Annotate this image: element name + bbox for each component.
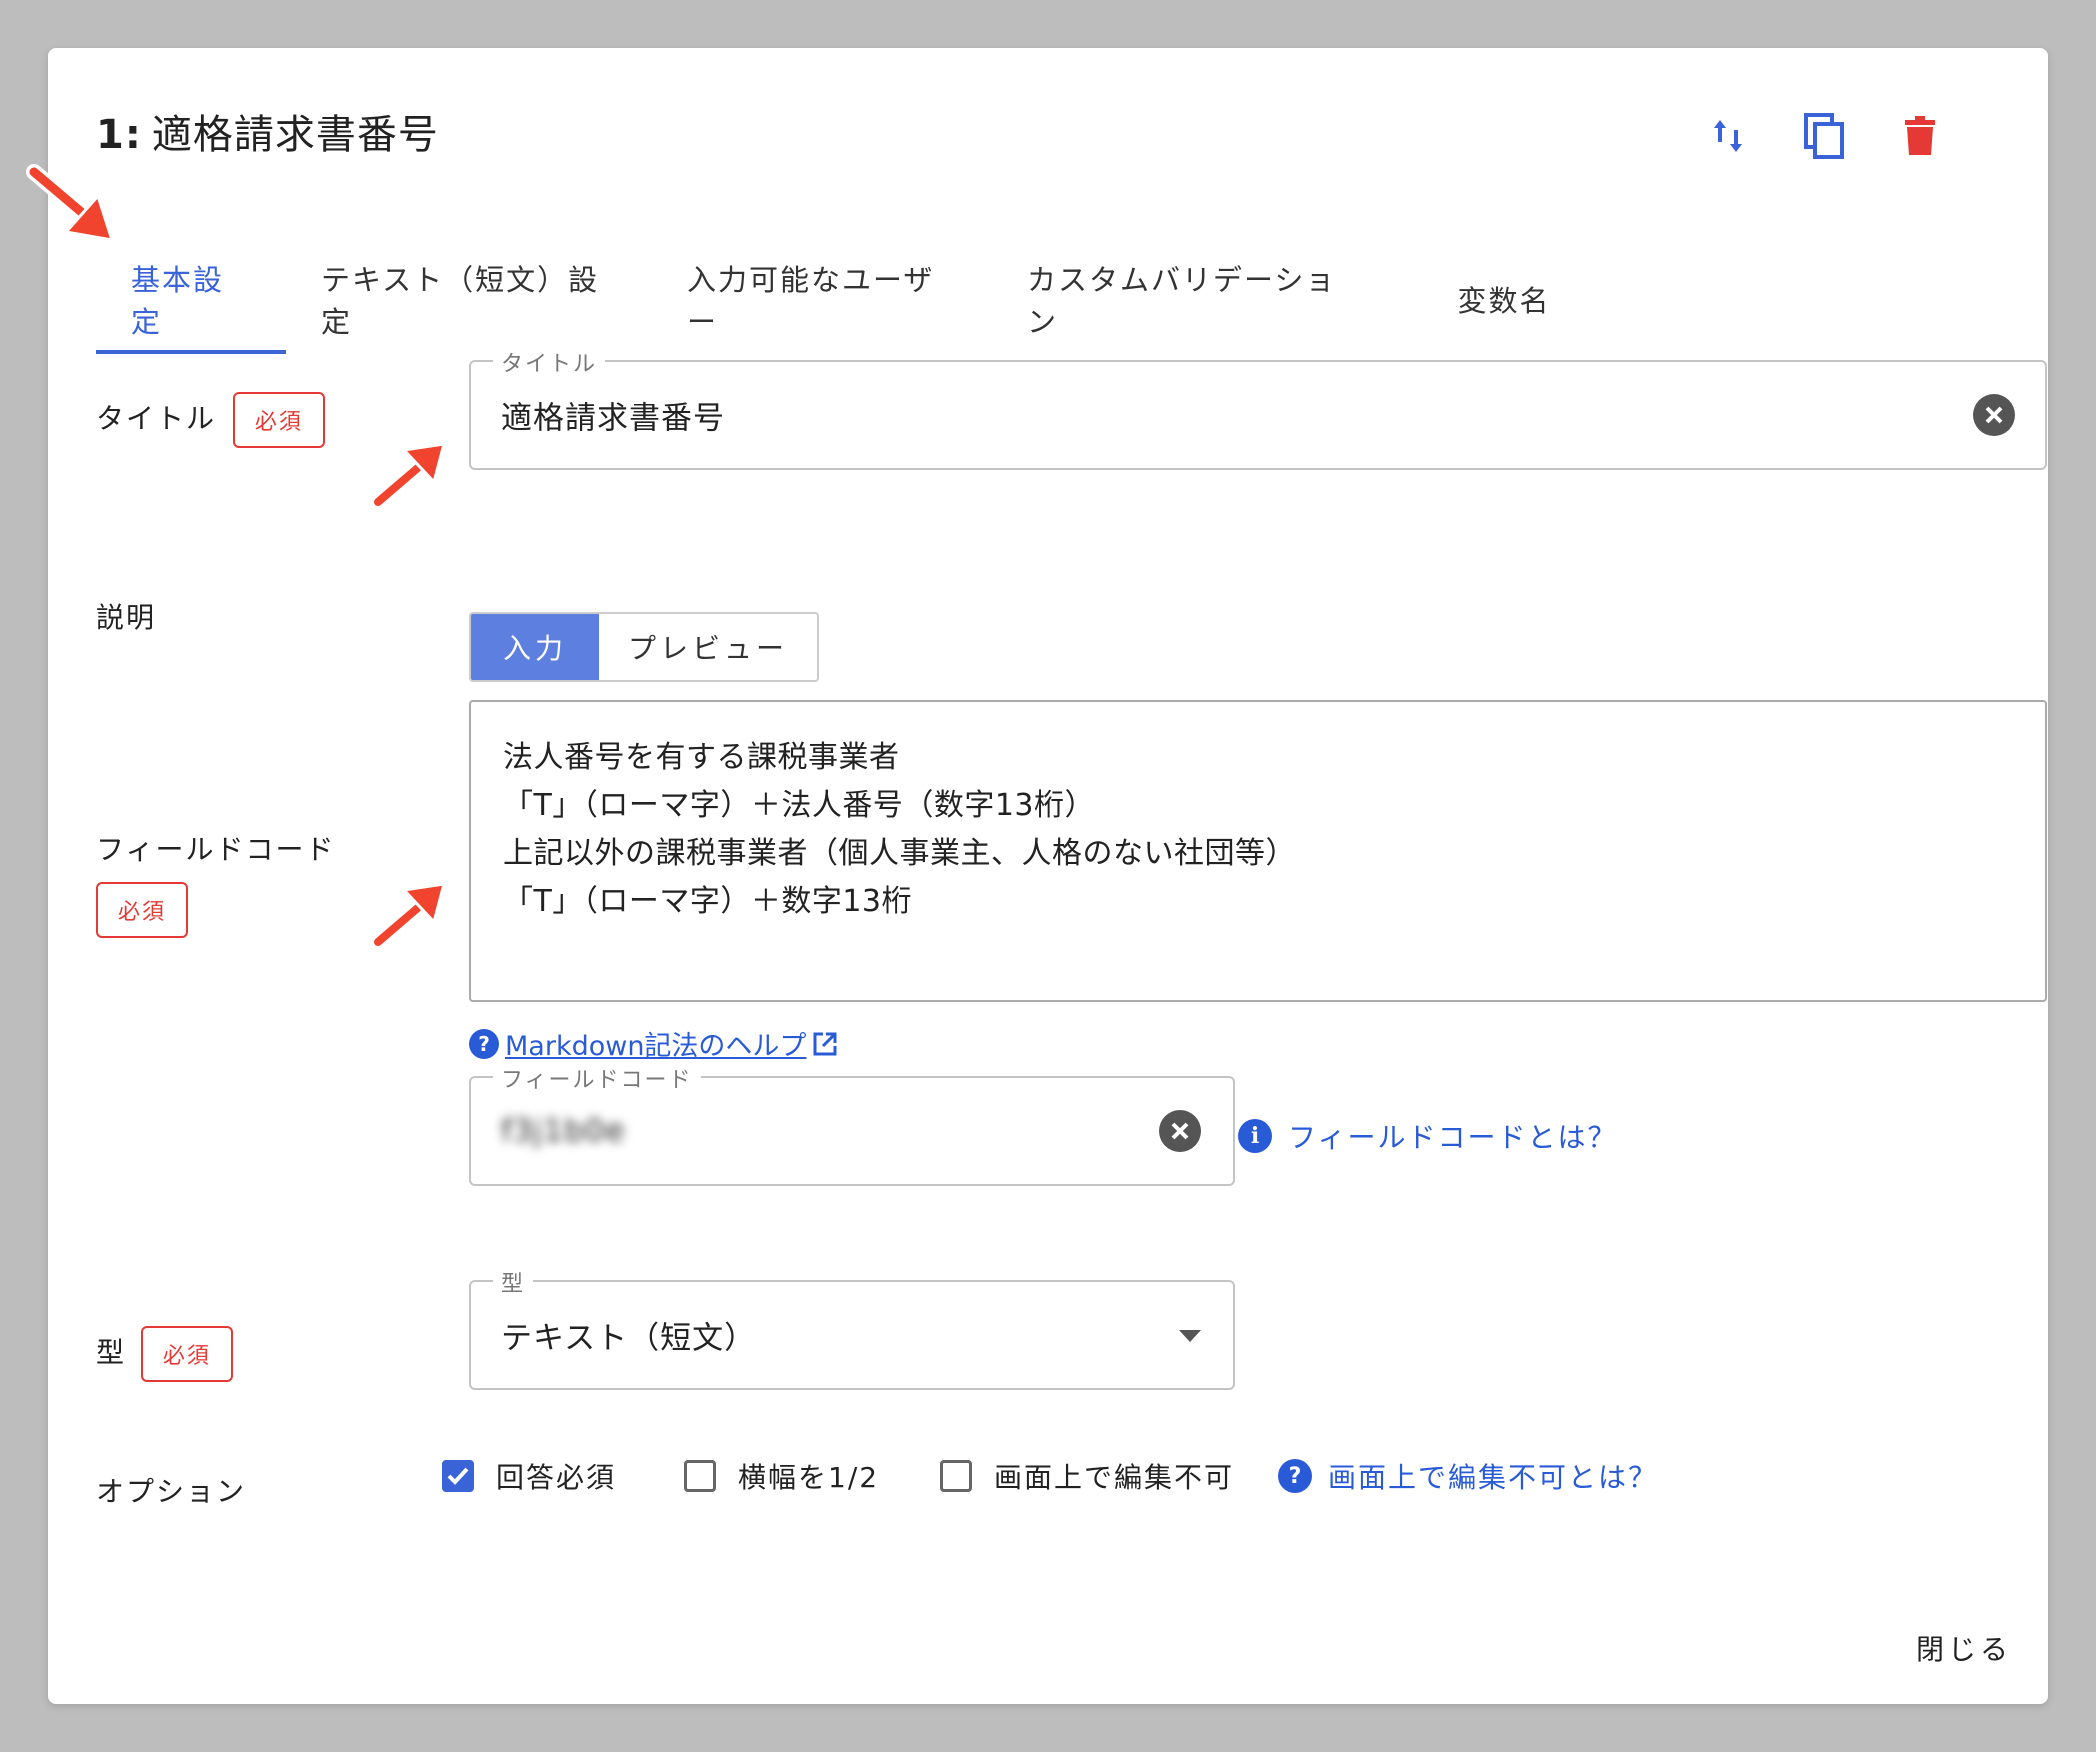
type-select[interactable]: 型 テキスト（短文） — [469, 1266, 1235, 1390]
description-label: 説明 — [96, 601, 157, 634]
clear-title-button[interactable] — [1973, 394, 2015, 436]
field-code-help[interactable]: i フィールドコードとは？ — [1238, 1116, 1617, 1156]
delete-icon — [1905, 116, 1935, 155]
info-icon: i — [1238, 1119, 1272, 1153]
field-code-field[interactable]: フィールドコード f3j1b0e — [469, 1062, 1235, 1186]
options-label: オプション — [96, 1475, 247, 1508]
description-textarea[interactable]: 法人番号を有する課税事業者 「T」（ローマ字）＋法人番号（数字13桁） 上記以外… — [469, 700, 2047, 1002]
tab-basic-settings[interactable]: 基本設定 — [96, 248, 286, 354]
title-field-legend: タイトル — [493, 346, 606, 378]
field-code-input-value[interactable]: f3j1b0e — [501, 1113, 625, 1149]
delete-button[interactable] — [1872, 100, 1968, 172]
title-field[interactable]: タイトル 適格請求書番号 — [469, 346, 2047, 470]
field-settings-dialog: 1: 適格請求書番号 基本設定 テキスト（短文）設定 入力可能なユーザー カスタ… — [48, 48, 2048, 1704]
read-only-checkbox[interactable]: 画面上で編集不可 — [940, 1456, 1234, 1496]
dropdown-arrow-icon — [1179, 1330, 1201, 1342]
question-icon: ? — [469, 1028, 499, 1059]
read-only-help-text[interactable]: 画面上で編集不可とは？ — [1328, 1456, 1658, 1496]
mode-preview-button[interactable]: プレビュー — [599, 614, 817, 680]
field-code-required: 必須 — [96, 882, 189, 938]
required-answer-checkbox[interactable]: 回答必須 — [442, 1456, 616, 1496]
checkbox-label: 画面上で編集不可 — [994, 1461, 1235, 1494]
title-row-label: タイトル 必須 — [96, 392, 325, 448]
sort-icon — [1714, 120, 1742, 152]
checkbox-empty-icon[interactable] — [940, 1460, 972, 1492]
type-row-label: 型 必須 — [96, 1326, 233, 1382]
copy-icon — [1804, 113, 1844, 159]
required-badge: 必須 — [96, 882, 189, 938]
markdown-help-link[interactable]: ? Markdown記法のヘルプ — [469, 1024, 838, 1063]
tab-custom-validation[interactable]: カスタムバリデーション — [992, 248, 1402, 354]
description-line: 「T」（ローマ字）＋法人番号（数字13桁） — [503, 788, 1095, 823]
question-icon: ? — [1278, 1459, 1312, 1493]
checkbox-checked-icon[interactable] — [442, 1460, 474, 1492]
description-line: 上記以外の課税事業者（個人事業主、人格のない社団等） — [503, 836, 1296, 871]
annotation-arrow-icon — [370, 882, 447, 950]
read-only-help[interactable]: ? 画面上で編集不可とは？ — [1278, 1456, 1658, 1496]
close-button[interactable]: 閉じる — [1916, 1628, 2012, 1668]
field-number: 1: — [96, 112, 142, 158]
checkbox-label: 横幅を1/2 — [738, 1461, 880, 1494]
half-width-checkbox[interactable]: 横幅を1/2 — [684, 1456, 879, 1496]
copy-button[interactable] — [1776, 100, 1872, 172]
clear-field-code-button[interactable] — [1159, 1110, 1201, 1152]
clear-icon — [1985, 406, 2003, 424]
type-legend: 型 — [493, 1266, 534, 1298]
description-line: 法人番号を有する課税事業者 — [503, 740, 900, 775]
dialog-title: 1: 適格請求書番号 — [96, 102, 439, 160]
tab-variable-name[interactable]: 変数名 — [1402, 248, 1606, 354]
field-code-legend: フィールドコード — [493, 1062, 701, 1094]
type-label: 型 — [96, 1336, 127, 1369]
required-badge: 必須 — [140, 1326, 233, 1382]
external-link-icon — [813, 1032, 837, 1055]
checkbox-label: 回答必須 — [496, 1461, 617, 1494]
checkbox-empty-icon[interactable] — [684, 1460, 716, 1492]
clear-icon — [1171, 1122, 1189, 1140]
field-title: 適格請求書番号 — [151, 112, 439, 158]
description-line: 「T」（ローマ字）＋数字13桁 — [503, 884, 912, 919]
description-mode-toggle: 入力 プレビュー — [469, 612, 819, 682]
markdown-help-text[interactable]: Markdown記法のヘルプ — [505, 1024, 806, 1063]
title-label: タイトル — [96, 402, 217, 435]
mode-input-button[interactable]: 入力 — [471, 614, 599, 680]
annotation-arrow-icon — [26, 164, 115, 242]
title-input-value[interactable]: 適格請求書番号 — [501, 393, 725, 438]
sort-button[interactable] — [1680, 100, 1776, 172]
tab-allowed-users[interactable]: 入力可能なユーザー — [652, 248, 992, 354]
annotation-arrow-icon — [370, 442, 447, 510]
header-actions — [1680, 100, 1968, 172]
field-code-help-text[interactable]: フィールドコードとは？ — [1288, 1116, 1617, 1156]
type-select-value: テキスト（短文） — [501, 1320, 757, 1357]
field-code-label: フィールドコード — [96, 833, 336, 866]
required-badge: 必須 — [232, 392, 325, 448]
settings-tabs: 基本設定 テキスト（短文）設定 入力可能なユーザー カスタムバリデーション 変数… — [96, 248, 1606, 354]
tab-text-short-settings[interactable]: テキスト（短文）設定 — [286, 248, 652, 354]
